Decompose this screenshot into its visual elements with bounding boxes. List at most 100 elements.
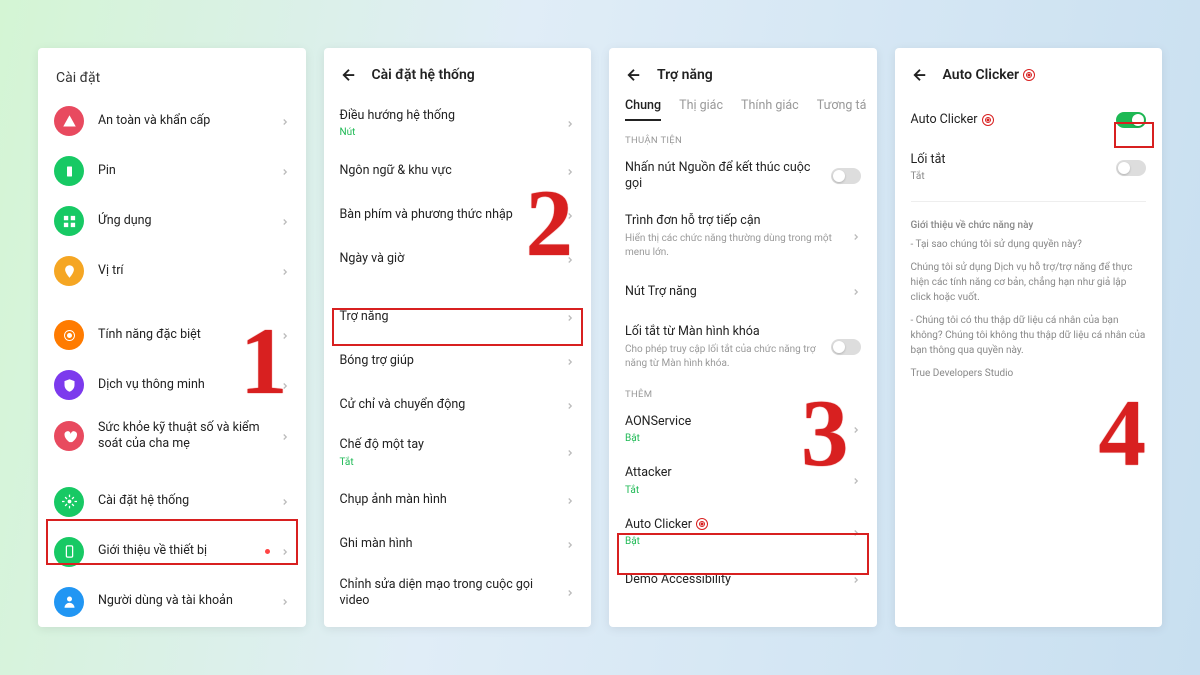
settings-row[interactable]: Ngày và giờ	[324, 237, 592, 281]
settings-row[interactable]: Ứng dụng	[38, 196, 306, 246]
settings-screen-4: Auto Clicker Auto Clicker Lối tắt Tắt Gi…	[895, 48, 1163, 627]
settings-row[interactable]: Cử chỉ và chuyển động	[324, 383, 592, 427]
tabs: Chung Thị giác Thính giác Tương tá	[609, 98, 877, 127]
settings-row[interactable]: Giới thiệu về thiết bị	[38, 527, 306, 577]
chevron-right-icon	[280, 542, 290, 561]
settings-screen-3: Trợ năng Chung Thị giác Thính giác Tương tá…	[609, 48, 877, 627]
row-label: An toàn và khẩn cấp	[98, 113, 280, 129]
row-label: Ứng dụng	[98, 213, 280, 229]
settings-row[interactable]: Ghi màn hình	[324, 523, 592, 567]
chevron-right-icon	[565, 206, 575, 225]
info-text: Giới thiệu về chức năng này - Tại sao ch…	[895, 210, 1163, 397]
row-label: Tính năng đặc biệt	[98, 327, 280, 343]
shortcut-row[interactable]: Lối tắt Tắt	[895, 142, 1163, 193]
settings-row[interactable]: Chỉnh sửa diện mạo trong cuộc gọi video	[324, 567, 592, 620]
chevron-right-icon	[851, 282, 861, 301]
phone-icon	[54, 537, 84, 567]
settings-row[interactable]: Lối tắt từ Màn hình khóaCho phép truy cậ…	[609, 314, 877, 381]
settings-row[interactable]: Người dùng và tài khoản	[38, 577, 306, 627]
row-label: Ngôn ngữ & khu vực	[340, 163, 566, 179]
header: Trợ năng	[609, 56, 877, 98]
row-label: Cài đặt hệ thống	[98, 493, 280, 509]
toggle-switch[interactable]	[831, 168, 861, 184]
settings-row[interactable]: Trợ năng	[324, 295, 592, 339]
chevron-right-icon	[851, 227, 861, 246]
settings-row[interactable]: Dịch vụ thông minh	[38, 360, 306, 410]
settings-row[interactable]: Pin	[38, 146, 306, 196]
settings-row[interactable]: Cài đặt hệ thống	[38, 477, 306, 527]
back-icon[interactable]	[911, 66, 929, 84]
chevron-right-icon	[851, 570, 861, 589]
toggle-switch[interactable]	[831, 339, 861, 355]
row-label: Giới thiệu về thiết bị	[98, 543, 265, 559]
row-label: Chỉnh sửa diện mạo trong cuộc gọi video	[340, 577, 566, 610]
row-label: Trình đơn hỗ trợ tiếp cậnHiển thị các ch…	[625, 213, 851, 260]
settings-row[interactable]: Trình đơn hỗ trợ tiếp cậnHiển thị các ch…	[609, 203, 877, 270]
alert-icon	[54, 106, 84, 136]
row-label: Bàn phím và phương thức nhập	[340, 207, 566, 223]
toggle-switch[interactable]	[1116, 160, 1146, 176]
settings-row[interactable]: Chế độ một tayTắt	[324, 427, 592, 478]
row-label: Cử chỉ và chuyển động	[340, 397, 566, 413]
page-title: Auto Clicker	[943, 67, 1036, 83]
chevron-right-icon	[565, 535, 575, 554]
settings-row[interactable]: Auto ClickerBật	[609, 507, 877, 558]
row-label: Vị trí	[98, 263, 280, 279]
settings-row[interactable]: Điều hướng hệ thốngNút	[324, 98, 592, 149]
settings-row[interactable]: Ngôn ngữ & khu vực	[324, 149, 592, 193]
back-icon[interactable]	[340, 66, 358, 84]
chevron-right-icon	[565, 308, 575, 327]
row-label: Lối tắt từ Màn hình khóaCho phép truy cậ…	[625, 324, 831, 371]
location-icon	[54, 256, 84, 286]
settings-row[interactable]: AONServiceBật	[609, 404, 877, 455]
settings-row[interactable]: Vị trí	[38, 246, 306, 296]
section-label: THÊM	[609, 381, 877, 404]
settings-row[interactable]: Demo Accessibility	[609, 558, 877, 602]
settings-row[interactable]: Sức khỏe kỹ thuật số và kiểm soát của ch…	[38, 410, 306, 463]
tab[interactable]: Tương tá	[817, 98, 867, 121]
settings-row[interactable]: Bóng trợ giúp	[324, 339, 592, 383]
star-icon	[54, 320, 84, 350]
battery-icon	[54, 156, 84, 186]
settings-row[interactable]: An toàn và khẩn cấp	[38, 96, 306, 146]
settings-row[interactable]: AttackerTắt	[609, 455, 877, 506]
row-label: Nhấn nút Nguồn để kết thúc cuộc gọi	[625, 160, 831, 193]
chevron-right-icon	[565, 491, 575, 510]
row-label: Điều hướng hệ thốngNút	[340, 108, 566, 139]
settings-row[interactable]: Bàn phím và phương thức nhập	[324, 193, 592, 237]
chevron-right-icon	[565, 443, 575, 462]
target-icon	[696, 518, 708, 530]
chevron-right-icon	[565, 583, 575, 602]
auto-clicker-toggle-row[interactable]: Auto Clicker	[895, 98, 1163, 142]
tab[interactable]: Chung	[625, 98, 661, 121]
back-icon[interactable]	[625, 66, 643, 84]
chevron-right-icon	[280, 212, 290, 231]
chevron-right-icon	[565, 250, 575, 269]
chevron-right-icon	[280, 112, 290, 131]
section-label: THUẬN TIỆN	[609, 127, 877, 150]
settings-screen-1: Cài đặt An toàn và khẩn cấpPinỨng dụngVị…	[38, 48, 306, 627]
row-label: Sức khỏe kỹ thuật số và kiểm soát của ch…	[98, 420, 280, 453]
chevron-right-icon	[851, 523, 861, 542]
tab[interactable]: Thính giác	[741, 98, 799, 121]
user-icon	[54, 587, 84, 617]
chevron-right-icon	[280, 592, 290, 611]
settings-row[interactable]: Tính năng đặc biệt	[38, 310, 306, 360]
settings-row[interactable]: Nhấn nút Nguồn để kết thúc cuộc gọi	[609, 150, 877, 203]
chevron-right-icon	[280, 162, 290, 181]
chevron-right-icon	[565, 396, 575, 415]
header: Cài đặt hệ thống	[324, 56, 592, 98]
row-label: Chế độ một tayTắt	[340, 437, 566, 468]
chevron-right-icon	[280, 326, 290, 345]
row-label: Chụp ảnh màn hình	[340, 492, 566, 508]
toggle-switch[interactable]	[1116, 112, 1146, 128]
tab[interactable]: Thị giác	[679, 98, 723, 121]
shield-icon	[54, 370, 84, 400]
grid-icon	[54, 206, 84, 236]
settings-row[interactable]: Chụp ảnh màn hình	[324, 479, 592, 523]
chevron-right-icon	[851, 471, 861, 490]
chevron-right-icon	[280, 262, 290, 281]
settings-row[interactable]: Nút Trợ năng	[609, 270, 877, 314]
row-label: Nút Trợ năng	[625, 284, 851, 300]
chevron-right-icon	[565, 162, 575, 181]
